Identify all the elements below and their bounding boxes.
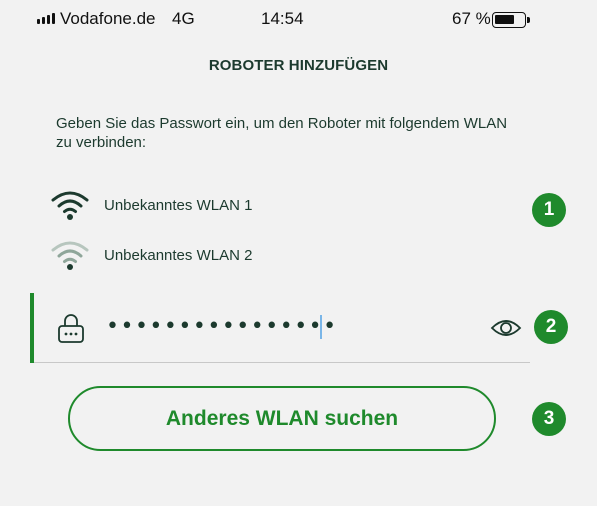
page-title: ROBOTER HINZUFÜGEN	[208, 57, 389, 74]
text-cursor	[320, 315, 322, 339]
eye-icon[interactable]	[490, 317, 522, 339]
wifi-network-label: Unbekanntes WLAN 2	[104, 246, 253, 264]
focus-indicator	[30, 293, 34, 363]
battery-percent: 67 %	[452, 9, 491, 28]
lock-icon	[58, 314, 84, 343]
step-badge-3: 3	[532, 402, 566, 436]
clock: 14:54	[261, 9, 304, 28]
wifi-icon	[51, 241, 89, 270]
step-badge-1: 1	[532, 193, 566, 227]
search-other-wlan-button[interactable]: Anderes WLAN suchen	[68, 386, 496, 451]
status-bar: Vodafone.de 4G 14:54 67 %	[0, 0, 597, 38]
wifi-network-item-2[interactable]: Unbekanntes WLAN 2	[50, 238, 410, 272]
wifi-network-item-1[interactable]: Unbekanntes WLAN 1	[50, 188, 410, 222]
signal-strength-icon	[37, 13, 55, 24]
battery-icon	[492, 12, 530, 28]
password-field[interactable]: ••••••••••••••••	[30, 293, 530, 363]
battery-level-fill	[495, 15, 514, 24]
wifi-icon	[51, 191, 89, 220]
instruction-text: Geben Sie das Passwort ein, um den Robot…	[56, 115, 508, 151]
network-type: 4G	[172, 9, 195, 28]
wifi-network-label: Unbekanntes WLAN 1	[104, 196, 253, 214]
carrier-name: Vodafone.de	[60, 9, 156, 28]
step-badge-2: 2	[534, 310, 568, 344]
password-input[interactable]: ••••••••••••••••	[106, 314, 338, 339]
